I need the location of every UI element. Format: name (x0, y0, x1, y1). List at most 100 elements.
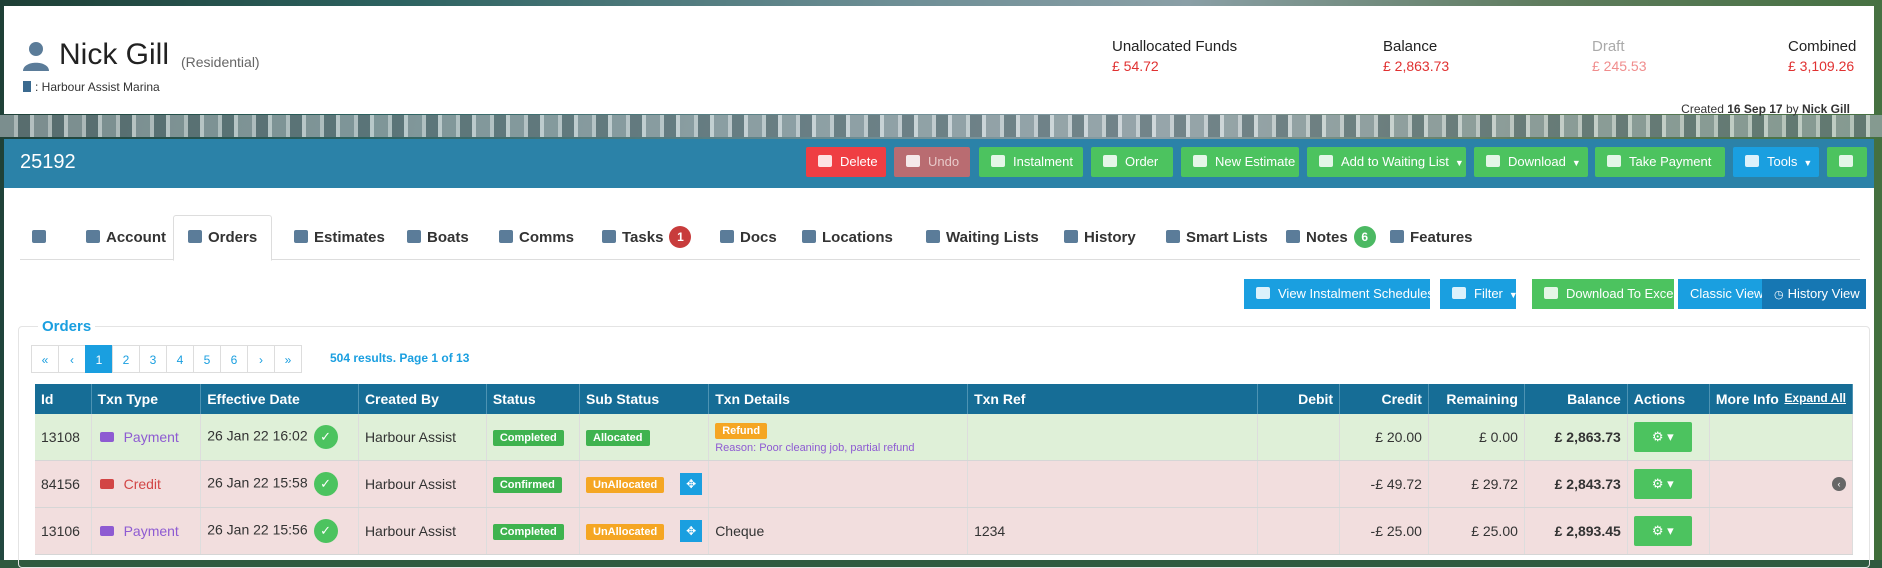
filter-button[interactable]: Filter ▼ (1440, 279, 1518, 309)
page-next[interactable]: › (247, 345, 275, 373)
tab-label: Smart Lists (1186, 229, 1268, 246)
expand-all-link[interactable]: Expand All (1784, 391, 1846, 405)
instalment-button[interactable]: Instalment (979, 147, 1083, 177)
page-4[interactable]: 4 (166, 345, 194, 373)
money-icon (99, 432, 114, 442)
cell-balance: £ 2,843.73 (1524, 460, 1628, 508)
tab-locations[interactable]: Locations (802, 216, 893, 259)
background-marina-strip (0, 115, 1882, 137)
tab-comms[interactable]: Comms (499, 216, 574, 259)
tab-label: Notes (1306, 229, 1348, 246)
customer-header: Nick Gill (Residential) : Harbour Assist… (4, 6, 1874, 116)
created-info: Created 16 Sep 17 by Nick Gill (1681, 102, 1850, 116)
new-estimate-button[interactable]: New Estimate (1181, 147, 1299, 177)
chevron-down-icon: ▼ (1508, 290, 1518, 300)
building-icon (23, 81, 31, 92)
cell-remaining: £ 29.72 (1428, 460, 1525, 508)
tab-notes[interactable]: Notes 6 (1286, 216, 1376, 259)
col-txn-details[interactable]: Txn Details (708, 384, 969, 414)
take-payment-label: Take Payment (1629, 154, 1712, 169)
tab-orders[interactable]: Orders (173, 215, 273, 261)
refresh-icon (1256, 287, 1270, 299)
table-row[interactable]: 13108 Payment 26 Jan 22 16:02 ✓ Harbour A… (35, 414, 1854, 461)
draft-funds: Draft £ 245.53 (1592, 38, 1647, 74)
expand-row-icon[interactable]: ‹ (1832, 477, 1846, 491)
cell-txn-type[interactable]: Payment (91, 507, 202, 555)
tab-boats[interactable]: Boats (407, 216, 469, 259)
page-5[interactable]: 5 (193, 345, 221, 373)
chevron-down-icon: ▼ (1454, 158, 1464, 168)
chevron-down-icon: ▼ (1571, 158, 1581, 168)
undo-button[interactable]: Undo (894, 147, 970, 177)
add-waiting-list-button[interactable]: Add to Waiting List ▼ (1307, 147, 1466, 177)
col-debit[interactable]: Debit (1257, 384, 1341, 414)
delete-button[interactable]: Delete (806, 147, 886, 177)
cell-remaining: £ 0.00 (1428, 414, 1525, 461)
balance-value: £ 2,893.45 (1554, 523, 1621, 539)
tab-smart-lists[interactable]: Smart Lists (1166, 216, 1268, 259)
cell-date: 26 Jan 22 15:56 ✓ (200, 507, 359, 555)
page-6[interactable]: 6 (220, 345, 248, 373)
col-remaining[interactable]: Remaining (1428, 384, 1525, 414)
download-button[interactable]: Download ▼ (1474, 147, 1588, 177)
tools-button[interactable]: Tools ▼ (1733, 147, 1819, 177)
tab-tasks[interactable]: Tasks 1 (602, 216, 692, 259)
created-date: 16 Sep 17 (1727, 102, 1783, 116)
tab-estimates[interactable]: Estimates (294, 216, 385, 259)
history-view-button[interactable]: ◷ History View (1762, 279, 1866, 309)
classic-view-button[interactable]: Classic View (1678, 279, 1763, 309)
download-label: Download (1508, 154, 1566, 169)
page-2[interactable]: 2 (112, 345, 140, 373)
table-row[interactable]: 13106 Payment 26 Jan 22 15:56 ✓ Harbour A… (35, 507, 1854, 555)
col-status[interactable]: Status (486, 384, 581, 414)
document-icon (720, 230, 734, 243)
col-created-by[interactable]: Created By (358, 384, 487, 414)
take-payment-button[interactable]: Take Payment (1595, 147, 1725, 177)
row-actions-button[interactable]: ⚙ ▾ (1633, 469, 1692, 499)
undo-label: Undo (928, 154, 960, 169)
settings-button[interactable] (1827, 147, 1867, 177)
fund-label: Balance (1383, 38, 1438, 55)
tab-dashboard[interactable] (32, 216, 46, 259)
row-actions-button[interactable]: ⚙ ▾ (1633, 422, 1692, 452)
page-first[interactable]: « (31, 345, 59, 373)
col-sub-status[interactable]: Sub Status (579, 384, 710, 414)
col-balance[interactable]: Balance (1524, 384, 1628, 414)
tab-docs[interactable]: Docs (720, 216, 777, 259)
orders-legend: Orders (38, 318, 96, 335)
marina-name: : Harbour Assist Marina (35, 80, 160, 94)
tab-history[interactable]: History (1064, 216, 1136, 259)
col-txn-type[interactable]: Txn Type (91, 384, 202, 414)
allocate-move-icon[interactable]: ✥ (680, 520, 703, 542)
view-instalment-schedules-button[interactable]: View Instalment Schedules (1244, 279, 1434, 309)
page-prev[interactable]: ‹ (58, 345, 86, 373)
tab-account[interactable]: Account (86, 216, 166, 259)
col-id[interactable]: Id (35, 384, 92, 414)
cell-txn-details: Refund Reason: Poor cleaning job, partial… (708, 414, 969, 461)
page-last[interactable]: » (274, 345, 302, 373)
tab-waiting-lists[interactable]: Waiting Lists (926, 216, 1039, 259)
cell-txn-ref (967, 460, 1259, 508)
customer-name: Nick Gill (59, 38, 169, 71)
page-3[interactable]: 3 (139, 345, 167, 373)
fund-label: Unallocated Funds (1112, 38, 1238, 55)
page-1[interactable]: 1 (85, 345, 113, 373)
button-label: Filter (1474, 286, 1503, 301)
cell-more-info (1709, 507, 1854, 555)
table-row[interactable]: 84156 Credit 26 Jan 22 15:58 ✓ Harbour As… (35, 460, 1854, 508)
col-txn-ref[interactable]: Txn Ref (967, 384, 1259, 414)
cell-actions: ⚙ ▾ (1627, 507, 1710, 555)
customer-type: (Residential) (181, 54, 260, 70)
row-actions-button[interactable]: ⚙ ▾ (1633, 516, 1692, 546)
tab-features[interactable]: Features (1390, 216, 1473, 259)
col-credit[interactable]: Credit (1339, 384, 1429, 414)
add-waiting-label: Add to Waiting List (1341, 154, 1449, 169)
cell-txn-type[interactable]: Credit (91, 460, 202, 508)
order-button[interactable]: Order (1091, 147, 1173, 177)
cell-txn-type[interactable]: Payment (91, 414, 202, 461)
download-excel-button[interactable]: Download To Excel (1532, 279, 1676, 309)
allocate-move-icon[interactable]: ✥ (680, 473, 703, 495)
col-effective-date[interactable]: Effective Date (200, 384, 359, 414)
cell-sub-status: Allocated (579, 414, 710, 461)
more-info-label: More Info (1715, 391, 1779, 407)
